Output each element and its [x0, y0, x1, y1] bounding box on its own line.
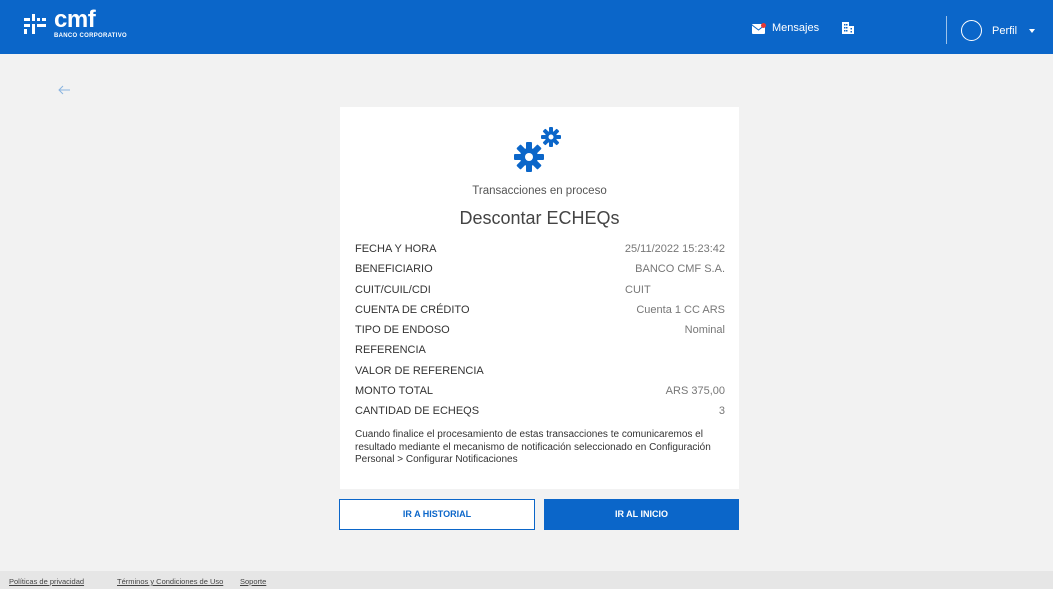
cmf-logo[interactable]: cmf BANCO CORPORATIVO [24, 8, 127, 39]
detail-row-cantidad: CANTIDAD DE ECHEQS 3 [355, 403, 725, 423]
messages-button[interactable]: Mensajes [752, 22, 819, 34]
chevron-down-icon [1029, 28, 1036, 33]
detail-row-cuenta: CUENTA DE CRÉDITO Cuenta 1 CC ARS [355, 302, 725, 322]
envelope-icon [752, 22, 766, 34]
terms-link[interactable]: Términos y Condiciones de Uso [117, 577, 223, 586]
detail-key: CUIT/CUIL/CDI [355, 283, 431, 296]
detail-value: 25/11/2022 15:23:42 [624, 243, 725, 255]
footer: Políticas de privacidad Términos y Condi… [0, 571, 1053, 589]
detail-key: VALOR DE REFERENCIA [355, 364, 484, 377]
company-icon[interactable] [841, 21, 855, 35]
detail-row-fecha: FECHA Y HORA 25/11/2022 15:23:42 [355, 241, 725, 261]
detail-row-endoso: TIPO DE ENDOSO Nominal [355, 322, 725, 342]
detail-row-monto: MONTO TOTAL ARS 375,00 [355, 383, 725, 403]
detail-value: Nominal [684, 324, 725, 337]
detail-value: 3 [718, 405, 725, 418]
top-bar: cmf BANCO CORPORATIVO Mensajes Perfil [0, 0, 1053, 54]
detail-key: BENEFICIARIO [355, 263, 433, 276]
avatar [961, 20, 982, 41]
detail-row-referencia: REFERENCIA [355, 342, 725, 362]
detail-key: REFERENCIA [355, 344, 426, 357]
detail-value: Cuenta 1 CC ARS [636, 303, 725, 316]
detail-key: MONTO TOTAL [355, 385, 434, 398]
detail-value: ARS 375,00 [665, 385, 725, 398]
support-link[interactable]: Soporte [240, 577, 266, 586]
detail-key: CUENTA DE CRÉDITO [355, 303, 470, 316]
detail-row-cuit: CUIT/CUIL/CDI CUIT [355, 282, 725, 302]
notification-note: Cuando finalice el procesamiento de esta… [355, 429, 711, 465]
detail-key: CANTIDAD DE ECHEQS [355, 405, 480, 418]
detail-row-beneficiario: BENEFICIARIO BANCO CMF S.A. [355, 261, 725, 281]
cmf-logo-icon [24, 14, 46, 34]
home-button[interactable]: IR AL INICIO [544, 499, 739, 530]
detail-list: FECHA Y HORA 25/11/2022 15:23:42 BENEFIC… [355, 241, 725, 424]
logo-name: cmf [54, 6, 96, 33]
privacy-link[interactable]: Políticas de privacidad [9, 577, 84, 586]
back-arrow-icon[interactable] [57, 84, 71, 96]
status-text: Transacciones en proceso [472, 185, 607, 197]
gears-icon [514, 127, 561, 172]
header-divider [946, 16, 947, 44]
page-title: Descontar ECHEQs [459, 208, 620, 228]
detail-value: BANCO CMF S.A. [635, 263, 725, 276]
profile-menu[interactable]: Perfil [961, 20, 1036, 41]
detail-row-valor-referencia: VALOR DE REFERENCIA [355, 363, 725, 383]
detail-key: FECHA Y HORA [355, 243, 437, 255]
profile-label: Perfil [992, 24, 1018, 37]
detail-key: TIPO DE ENDOSO [355, 324, 450, 337]
messages-label: Mensajes [772, 22, 820, 34]
transaction-card: Transacciones en proceso Descontar ECHEQ… [340, 107, 739, 489]
detail-value: CUIT [625, 283, 651, 296]
logo-subtitle: BANCO CORPORATIVO [54, 33, 127, 39]
history-button[interactable]: IR A HISTORIAL [339, 499, 535, 530]
